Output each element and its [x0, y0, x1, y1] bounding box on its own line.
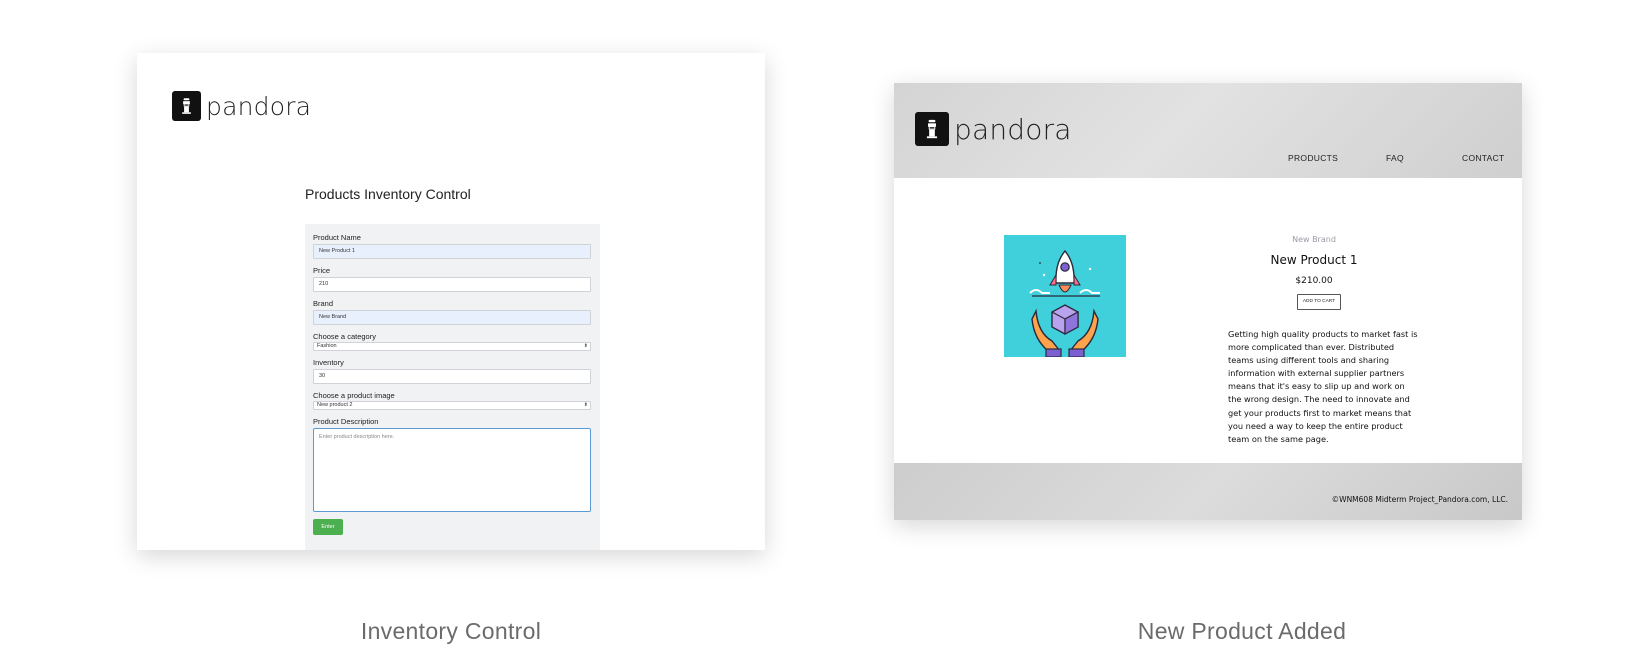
add-to-cart-button[interactable]: ADD TO CART: [1297, 294, 1341, 310]
product-brand[interactable]: New Brand: [1194, 235, 1434, 244]
price-input[interactable]: 210: [313, 277, 591, 292]
description-textarea[interactable]: Enter product description here.: [313, 428, 591, 512]
product-name: New Product 1: [1270, 253, 1358, 267]
product-image-label: Choose a product image: [313, 391, 395, 400]
product-price: $210.00: [1295, 276, 1333, 286]
nav-contact[interactable]: CONTACT: [1462, 153, 1505, 163]
brand-label: Brand: [313, 299, 334, 308]
inventory-form: Product Name New Product 1 Price 210 Bra…: [305, 224, 600, 550]
product-name-input[interactable]: New Product 1: [313, 244, 591, 259]
site-header: pandora PRODUCTS FAQ CONTACT: [894, 83, 1522, 178]
pandora-logo[interactable]: pandora: [915, 112, 1072, 146]
logo-wordmark: pandora: [206, 91, 312, 121]
price-label: Price: [313, 266, 331, 275]
nav-faq[interactable]: FAQ: [1386, 153, 1404, 163]
caption-new-product-added: New Product Added: [1137, 618, 1347, 644]
pandora-logo[interactable]: pandora: [172, 91, 311, 121]
category-select[interactable]: Fashion ⬍: [313, 342, 591, 351]
description-label: Product Description: [313, 417, 379, 426]
site-footer: ©WNM608 Midterm Project_Pandora.com, LLC…: [894, 463, 1522, 520]
product-page-screenshot: pandora PRODUCTS FAQ CONTACT New Brand N…: [894, 83, 1522, 520]
select-arrows-icon: ⬍: [583, 343, 588, 349]
page-title: Products Inventory Control: [305, 186, 471, 202]
logo-wordmark: pandora: [954, 112, 1072, 146]
pandora-logo-icon: [172, 91, 201, 121]
pandora-logo-icon: [915, 112, 949, 146]
select-arrows-icon: ⬍: [583, 402, 588, 408]
inventory-control-screenshot: pandora Products Inventory Control Produ…: [137, 53, 765, 550]
product-image-select-value: New product 2: [317, 402, 353, 408]
product-image: [1004, 235, 1126, 357]
enter-button[interactable]: Enter: [313, 519, 343, 535]
brand-input[interactable]: New Brand: [313, 310, 591, 325]
category-label: Choose a category: [313, 332, 376, 341]
inventory-input[interactable]: 30: [313, 369, 591, 384]
nav-products[interactable]: PRODUCTS: [1288, 153, 1338, 163]
product-image-select[interactable]: New product 2 ⬍: [313, 401, 591, 410]
product-name-label: Product Name: [313, 233, 361, 242]
caption-inventory-control: Inventory Control: [360, 618, 542, 644]
inventory-label: Inventory: [313, 358, 344, 367]
category-select-value: Fashion: [317, 343, 337, 349]
footer-copyright: ©WNM608 Midterm Project_Pandora.com, LLC…: [1331, 495, 1508, 504]
product-description: Getting high quality products to market …: [1228, 329, 1418, 444]
rocket-box-hands-icon: [1029, 249, 1100, 357]
